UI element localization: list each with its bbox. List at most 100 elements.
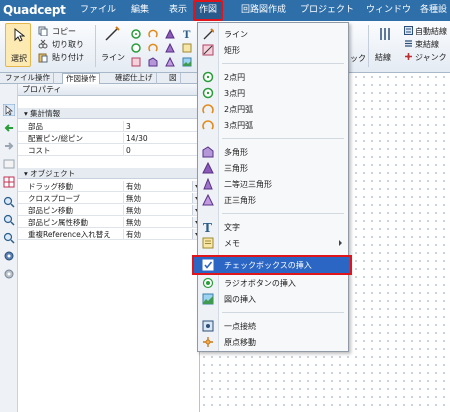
line-draw-icon bbox=[203, 28, 214, 40]
menu-window[interactable]: ウィンドウ bbox=[366, 0, 411, 21]
group-summary-header[interactable]: ▾ 集計情報 bbox=[18, 108, 200, 119]
copy-button[interactable]: コピー bbox=[52, 26, 76, 37]
menu-settings[interactable]: 各種設 bbox=[420, 0, 447, 21]
svg-text:T: T bbox=[203, 221, 212, 233]
zoom-in-icon[interactable] bbox=[3, 196, 15, 208]
pointer-icon bbox=[14, 28, 25, 42]
menu-item-line[interactable]: ライン bbox=[198, 26, 348, 42]
menu-item-memo[interactable]: メモ bbox=[198, 235, 348, 251]
group-summary-label: 集計情報 bbox=[30, 109, 61, 118]
property-name: 部品ピン移動 bbox=[18, 205, 124, 216]
property-select[interactable]: 有効 bbox=[126, 229, 200, 240]
menu-item-text[interactable]: T 文字 bbox=[198, 219, 348, 235]
menu-view[interactable]: 表示 bbox=[169, 0, 187, 21]
menu-item-polygon[interactable]: 多角形 bbox=[198, 144, 348, 160]
group-object-label: オブジェクト bbox=[30, 169, 76, 178]
tab-figure[interactable]: 図 bbox=[166, 73, 181, 84]
rectangle-ribbon-icon[interactable] bbox=[131, 57, 141, 67]
triangle-ribbon-icon[interactable] bbox=[165, 29, 175, 39]
text-ribbon-icon[interactable]: T bbox=[182, 29, 192, 39]
select-tool-icon[interactable] bbox=[3, 104, 15, 116]
wire-button[interactable]: 結線 bbox=[375, 52, 391, 63]
menu-item-circle-2pt[interactable]: 2点円 bbox=[198, 69, 348, 85]
arc-2pt-ribbon-icon[interactable] bbox=[148, 29, 158, 39]
junction-button[interactable]: ジャンク bbox=[415, 52, 447, 63]
menu-item-arc-3pt[interactable]: 3点円弧 bbox=[198, 117, 348, 133]
bundle-wire-icon bbox=[405, 40, 412, 47]
zoom-out-icon[interactable] bbox=[3, 214, 15, 226]
menu-item-arc-2pt[interactable]: 2点円弧 bbox=[198, 101, 348, 117]
memo-ribbon-icon[interactable] bbox=[182, 43, 192, 53]
circle-2pt-icon bbox=[202, 71, 214, 83]
menu-item-equilateral[interactable]: 正三角形 bbox=[198, 192, 348, 208]
circle-3pt-ribbon-icon[interactable] bbox=[131, 43, 141, 53]
zoom-fit-icon[interactable] bbox=[3, 232, 15, 244]
isosceles-ribbon-icon[interactable] bbox=[165, 43, 175, 53]
picture-ribbon-icon[interactable] bbox=[182, 57, 192, 67]
line-button[interactable]: ライン bbox=[101, 52, 125, 63]
property-select[interactable]: 無効 bbox=[126, 217, 200, 228]
property-name: 配置ピン/総ピン bbox=[18, 133, 124, 144]
menu-item-origin-move[interactable]: 原点移動 bbox=[198, 334, 348, 350]
property-value: 無効 bbox=[126, 218, 141, 227]
wire-icon bbox=[380, 28, 390, 40]
menu-project[interactable]: プロジェクト bbox=[300, 0, 354, 21]
menu-item-insert-checkbox[interactable]: チェックボックスの挿入 bbox=[192, 255, 352, 275]
circle-2pt-ribbon-icon[interactable] bbox=[131, 29, 141, 39]
menu-item-single-point-connect[interactable]: 一点接続 bbox=[198, 318, 348, 334]
menu-edit[interactable]: 編集 bbox=[131, 0, 149, 21]
grid-toggle-icon[interactable] bbox=[3, 176, 15, 188]
copy-icon bbox=[38, 26, 48, 36]
property-name: 部品 bbox=[18, 121, 124, 132]
menu-draw[interactable]: 作図 bbox=[193, 0, 224, 21]
menu-item-isosceles[interactable]: 二等辺三角形 bbox=[198, 176, 348, 192]
menu-item-insert-image[interactable]: 図の挿入 bbox=[198, 291, 348, 307]
arc-3pt-ribbon-icon[interactable] bbox=[148, 43, 158, 53]
layer-icon[interactable] bbox=[3, 158, 15, 170]
left-tool-strip bbox=[0, 84, 18, 412]
group-object-header[interactable]: ▾ オブジェクト bbox=[18, 168, 200, 179]
tab-file-ops[interactable]: ファイル操作 bbox=[2, 73, 54, 84]
cut-button[interactable]: 切り取り bbox=[52, 39, 84, 50]
property-select[interactable]: 無効 bbox=[126, 205, 200, 216]
paste-button[interactable]: 貼り付け bbox=[52, 52, 84, 63]
property-value: 無効 bbox=[126, 194, 141, 203]
menu-item-rectangle[interactable]: 矩形 bbox=[198, 42, 348, 58]
ribbon-divider-right bbox=[368, 25, 369, 67]
property-row: ドラッグ移動 有効 bbox=[18, 181, 200, 192]
submenu-arrow-icon bbox=[339, 240, 342, 246]
property-name: クロスプローブ bbox=[18, 193, 124, 204]
menu-separator bbox=[222, 63, 344, 64]
menu-bar: Quadcept ファイル 編集 表示 作図 回路図作成 プロジェクト ウィンド… bbox=[0, 0, 450, 21]
auto-wire-button[interactable]: 自動結線 bbox=[415, 26, 447, 37]
property-value: 有効 bbox=[126, 230, 141, 239]
options-gear-icon[interactable] bbox=[3, 268, 15, 280]
tab-draw-ops[interactable]: 作図操作 bbox=[62, 73, 100, 84]
property-select[interactable]: 無効 bbox=[126, 193, 200, 204]
property-row: 部品ピン移動 無効 bbox=[18, 205, 200, 216]
bundle-wire-button[interactable]: 束結線 bbox=[415, 39, 439, 50]
menu-schematic[interactable]: 回路図作成 bbox=[241, 0, 286, 21]
property-name: ドラッグ移動 bbox=[18, 181, 124, 192]
forward-arrow-icon[interactable] bbox=[3, 140, 15, 152]
menu-file[interactable]: ファイル bbox=[80, 0, 116, 21]
tab-check-finish[interactable]: 確認仕上げ bbox=[112, 73, 157, 84]
select-button[interactable]: 選択 bbox=[5, 23, 31, 67]
line-tool-icon bbox=[105, 26, 120, 41]
origin-move-icon bbox=[203, 337, 213, 347]
svg-text:T: T bbox=[183, 30, 191, 39]
equilateral-ribbon-icon[interactable] bbox=[165, 57, 175, 67]
radio-button-icon bbox=[202, 277, 214, 289]
polygon-ribbon-icon[interactable] bbox=[148, 57, 158, 67]
settings-gear-icon[interactable] bbox=[3, 250, 15, 262]
arc-2pt-icon bbox=[202, 104, 214, 114]
paste-icon bbox=[38, 53, 48, 63]
property-panel-title: プロパティ bbox=[18, 84, 200, 96]
single-point-connect-icon bbox=[202, 320, 214, 332]
property-select[interactable]: 有効 bbox=[126, 181, 200, 192]
property-row: 部品 3 bbox=[18, 121, 200, 132]
menu-item-triangle[interactable]: 三角形 bbox=[198, 160, 348, 176]
menu-item-insert-radio[interactable]: ラジオボタンの挿入 bbox=[198, 275, 348, 291]
menu-item-circle-3pt[interactable]: 3点円 bbox=[198, 85, 348, 101]
back-arrow-icon[interactable] bbox=[3, 122, 15, 134]
